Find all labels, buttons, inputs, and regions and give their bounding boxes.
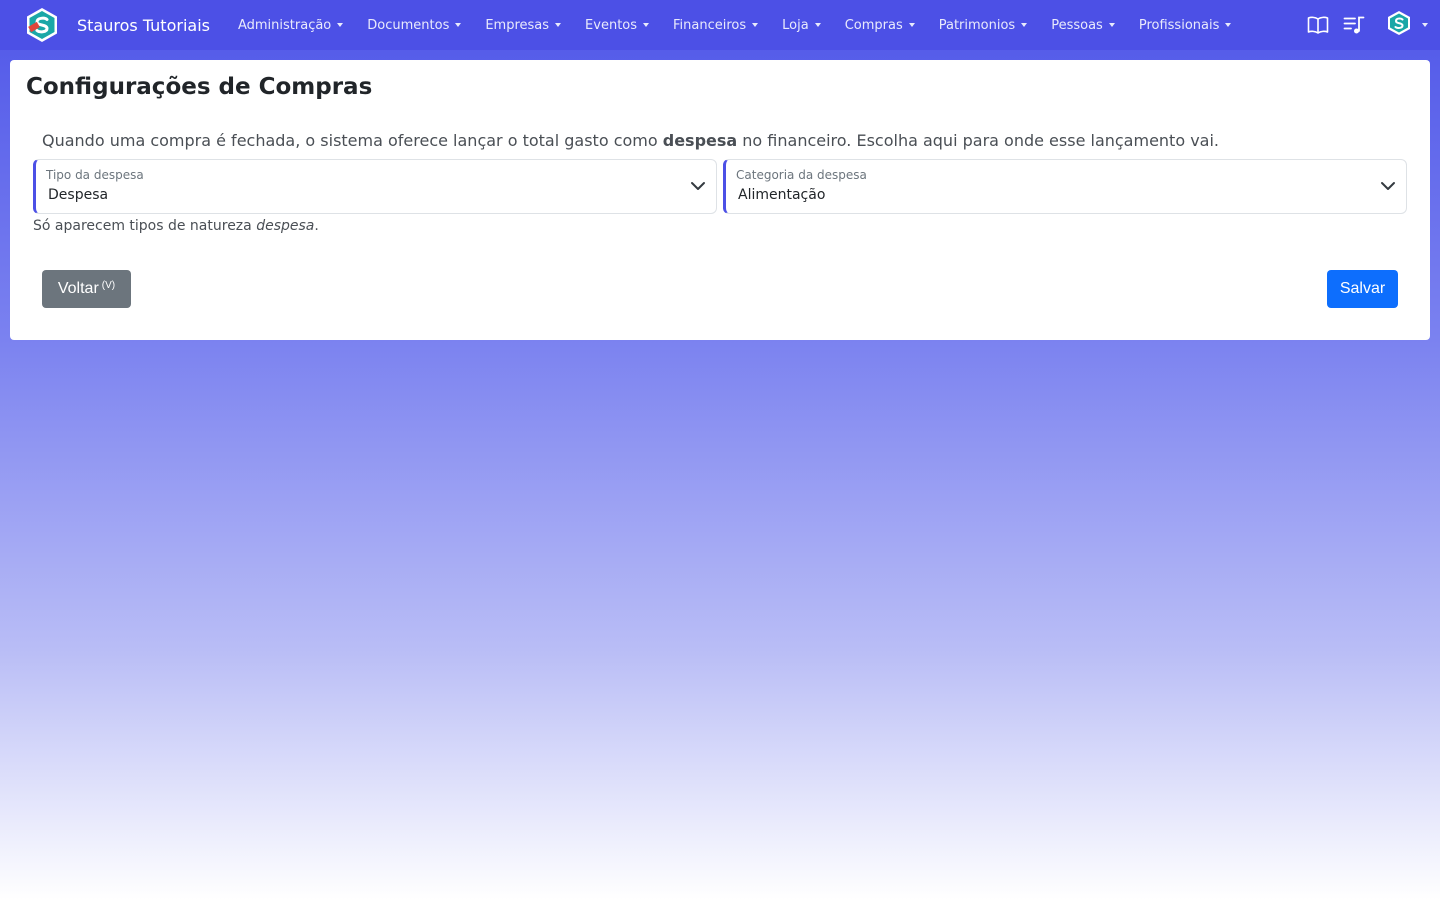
menu-label: Profissionais xyxy=(1138,17,1220,33)
menu-compras[interactable]: Compras xyxy=(845,18,915,33)
user-avatar-icon xyxy=(1386,10,1412,40)
menu-profissionais[interactable]: Profissionais xyxy=(1139,18,1232,33)
menu-financeiros[interactable]: Financeiros xyxy=(673,17,759,33)
menu-pessoas[interactable]: Pessoas xyxy=(1051,18,1115,33)
help-text: Só aparecem tipos de natureza despesa. xyxy=(33,218,319,234)
brand-logo-icon xyxy=(24,7,60,43)
menu-empresas[interactable]: Empresas xyxy=(485,17,562,33)
menu-label: Documentos xyxy=(367,17,450,33)
caret-down-icon xyxy=(643,23,650,27)
help-text-start: Só aparecem tipos de natureza xyxy=(33,218,257,234)
menu-label: Administração xyxy=(237,17,332,33)
caret-down-icon xyxy=(908,23,915,27)
description-bold: despesa xyxy=(662,131,738,150)
user-menu[interactable] xyxy=(1386,10,1428,40)
caret-down-icon xyxy=(455,23,462,27)
menu-administracao[interactable]: Administração xyxy=(237,17,344,33)
caret-down-icon xyxy=(1108,23,1115,27)
chevron-down-icon xyxy=(1380,178,1396,194)
menu-eventos[interactable]: Eventos xyxy=(585,17,650,33)
caret-down-icon xyxy=(337,23,344,27)
caret-down-icon xyxy=(555,23,562,27)
menu-label: Compras xyxy=(844,17,903,33)
categoria-despesa-select[interactable]: Categoria da despesa Alimentação xyxy=(723,159,1407,214)
tipo-despesa-value: Despesa xyxy=(48,187,109,203)
menu-label: Empresas xyxy=(485,17,550,33)
menu-label: Loja xyxy=(782,17,809,33)
page-title: Configurações de Compras xyxy=(26,74,373,100)
back-shortcut-hint: (V) xyxy=(101,279,116,291)
menu-label: Financeiros xyxy=(673,17,747,33)
settings-card: Configurações de Compras Quando uma comp… xyxy=(10,60,1430,340)
menu-label: Patrimonios xyxy=(938,17,1016,33)
brand-link[interactable]: Stauros Tutoriais xyxy=(24,7,210,43)
menu-label: Pessoas xyxy=(1051,17,1103,33)
page-description: Quando uma compra é fechada, o sistema o… xyxy=(42,131,1219,150)
help-text-end: . xyxy=(314,218,319,234)
tipo-despesa-select[interactable]: Tipo da despesa Despesa xyxy=(33,159,717,214)
menu-label: Eventos xyxy=(585,17,638,33)
menu-loja[interactable]: Loja xyxy=(782,18,821,33)
playlist-icon[interactable] xyxy=(1342,13,1366,37)
brand-name: Stauros Tutoriais xyxy=(77,15,210,35)
tipo-despesa-label: Tipo da despesa xyxy=(46,168,144,182)
back-button[interactable]: Voltar (V) xyxy=(42,270,131,308)
menu-documentos[interactable]: Documentos xyxy=(367,17,462,33)
main-menu: Administração Documentos Empresas Evento… xyxy=(238,18,1255,33)
caret-down-icon xyxy=(814,23,821,27)
categoria-despesa-value: Alimentação xyxy=(738,187,826,203)
categoria-despesa-label: Categoria da despesa xyxy=(736,168,867,182)
menu-patrimonios[interactable]: Patrimonios xyxy=(938,17,1028,33)
help-text-italic: despesa xyxy=(256,218,315,234)
chevron-down-icon xyxy=(690,178,706,194)
book-icon[interactable] xyxy=(1306,13,1330,37)
caret-down-icon xyxy=(1422,23,1428,27)
caret-down-icon xyxy=(1021,23,1028,27)
back-button-label: Voltar xyxy=(57,280,99,297)
description-text: Quando uma compra é fechada, o sistema o… xyxy=(42,131,663,150)
caret-down-icon xyxy=(1225,23,1232,27)
navbar-right xyxy=(1306,0,1428,50)
top-navbar: Stauros Tutoriais Administração Document… xyxy=(0,0,1440,50)
caret-down-icon xyxy=(752,23,759,27)
save-button[interactable]: Salvar xyxy=(1327,270,1398,308)
description-text-end: no financeiro. Escolha aqui para onde es… xyxy=(737,131,1220,150)
